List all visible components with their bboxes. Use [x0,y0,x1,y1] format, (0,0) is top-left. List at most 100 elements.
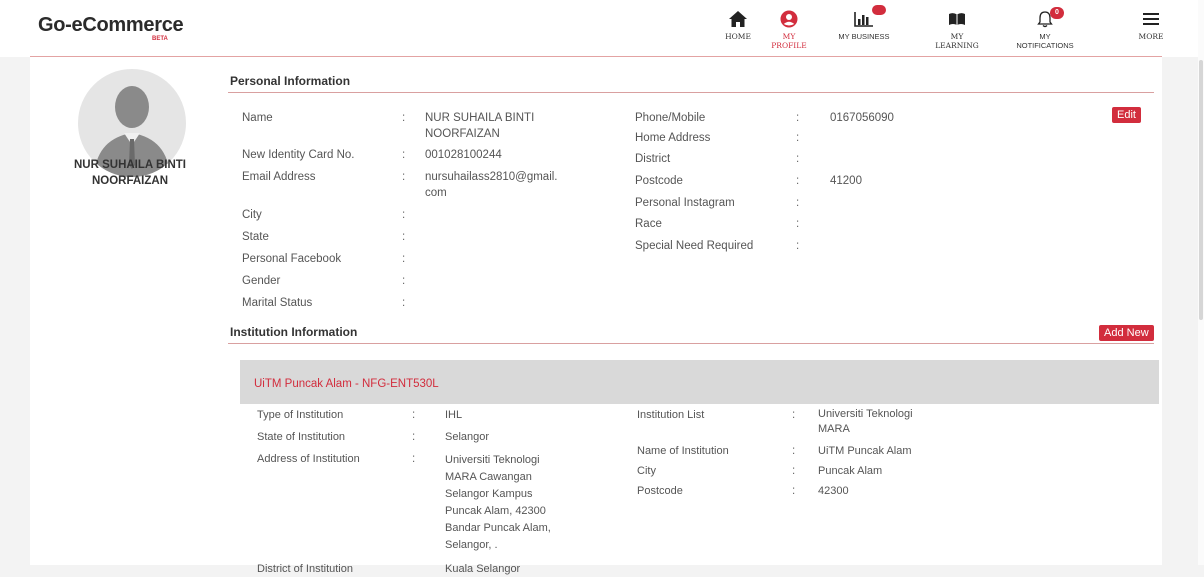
inst-label-name: Name of Institution [637,445,729,457]
colon: : [792,485,796,497]
field-label-race: Race [635,218,662,230]
field-value-name: NUR SUHAILA BINTI NOORFAIZAN [425,110,534,142]
profile-name-line1: NUR SUHAILA BINTI [73,159,186,171]
inst-label-list: Institution List [637,409,705,421]
colon: : [796,112,800,124]
field-value-postcode: 41200 [830,175,862,187]
field-label-ic: New Identity Card No. [242,149,355,161]
institution-card-header[interactable]: UiTM Puncak Alam - NFG-ENT530L [240,360,1159,404]
colon: : [402,253,406,265]
colon: : [796,197,800,209]
user-circle-icon [764,6,814,32]
field-value-email-line1: nursuhailass2810@gmail. [425,171,558,183]
colon: : [402,209,406,221]
field-value-name-line2: NOORFAIZAN [425,128,500,140]
address-line: MARA Cawangan [445,471,532,483]
inst-value-list-line2: MARA [818,423,850,435]
colon: : [412,409,416,421]
inst-label-address: Address of Institution [257,453,360,465]
field-label-state: State [242,231,269,243]
add-new-button[interactable]: Add New [1099,325,1154,341]
inst-value-city: Puncak Alam [818,465,883,477]
field-label-home-address: Home Address [635,132,711,144]
field-value-ic: 001028100244 [425,149,502,161]
address-line: Selangor, . [445,539,498,551]
inst-label-district: District of Institution [257,563,353,575]
edit-button[interactable]: Edit [1112,107,1141,123]
colon: : [412,453,416,465]
colon: : [402,149,406,161]
book-icon [929,6,985,32]
scrollbar-thumb[interactable] [1199,60,1203,320]
nav-my-business-label: MY BUSINESS [838,32,890,41]
profile-name: NUR SUHAILA BINTI NOORFAIZAN [50,157,210,189]
field-label-email: Email Address [242,171,316,183]
home-icon [718,6,758,32]
field-value-phone: 0167056090 [830,112,894,124]
colon: : [402,275,406,287]
colon: : [792,465,796,477]
inst-label-state: State of Institution [257,431,346,443]
business-alert-badge [872,5,886,15]
nav-my-profile-label: MY PROFILE [771,32,807,50]
field-label-district: District [635,153,671,165]
nav-home-label: HOME [725,32,751,41]
nav-home[interactable]: HOME [718,6,758,41]
field-label-instagram: Personal Instagram [635,197,735,209]
inst-value-name: UiTM Puncak Alam [818,445,912,457]
address-line: Bandar Puncak Alam, [445,522,551,534]
colon: : [796,240,800,252]
personal-information-title: Personal Information [230,74,351,88]
nav-my-business[interactable]: MY BUSINESS [834,5,894,41]
bell-icon: 0 [1010,6,1080,32]
inst-value-postcode: 42300 [818,485,849,497]
nav-my-notifications[interactable]: 0 MY NOTIFICATIONS [1010,6,1080,50]
top-navigation-bar: Go-eCommerce BETA HOME MY PROFILE MY BUS… [0,0,1204,57]
colon: : [402,297,406,309]
colon: : [402,171,406,183]
institution-card-title[interactable]: UiTM Puncak Alam - NFG-ENT530L [254,378,439,390]
nav-my-learning-label: MY LEARNING [935,32,979,50]
hamburger-menu-icon [1136,6,1166,32]
institution-information-title: Institution Information [230,325,358,339]
field-label-postcode: Postcode [635,175,683,187]
colon: : [402,112,406,124]
colon: : [796,218,800,230]
inst-value-list: Universiti Teknologi MARA [818,407,913,437]
field-label-marital-status: Marital Status [242,297,313,309]
field-value-name-line1: NUR SUHAILA BINTI [425,112,535,124]
address-line: Puncak Alam, 42300 [445,505,546,517]
page-scrollbar[interactable] [1198,0,1204,565]
field-label-gender: Gender [242,275,281,287]
inst-label-postcode: Postcode [637,485,683,497]
colon: : [792,409,796,421]
brand-logo[interactable]: Go-eCommerce [38,14,184,37]
field-value-email-line2: com [425,187,447,199]
field-label-phone: Phone/Mobile [635,112,706,124]
address-line: Universiti Teknologi [445,454,540,466]
inst-value-type: IHL [445,409,463,421]
colon: : [796,132,800,144]
colon: : [796,175,800,187]
address-line: Selangor Kampus [445,488,533,500]
field-label-facebook: Personal Facebook [242,253,342,265]
nav-my-profile[interactable]: MY PROFILE [764,6,814,50]
profile-name-line2: NOORFAIZAN [91,175,169,187]
nav-more-label: MORE [1138,32,1164,41]
colon: : [402,231,406,243]
field-value-email: nursuhailass2810@gmail. com [425,169,558,201]
colon: : [796,153,800,165]
field-label-name: Name [242,112,273,124]
colon: : [412,431,416,443]
nav-more[interactable]: MORE [1136,6,1166,41]
inst-value-list-line1: Universiti Teknologi [818,408,913,420]
beta-tag: BETA [152,36,168,42]
inst-value-state: Selangor [445,431,490,443]
personal-section-divider [228,92,1154,93]
inst-label-city: City [637,465,656,477]
inst-value-district: Kuala Selangor [445,563,521,575]
nav-my-learning[interactable]: MY LEARNING [929,6,985,50]
field-label-special-need: Special Need Required [635,240,754,252]
inst-value-address: Universiti Teknologi MARA Cawangan Selan… [445,452,551,554]
bar-chart-icon [834,5,894,32]
